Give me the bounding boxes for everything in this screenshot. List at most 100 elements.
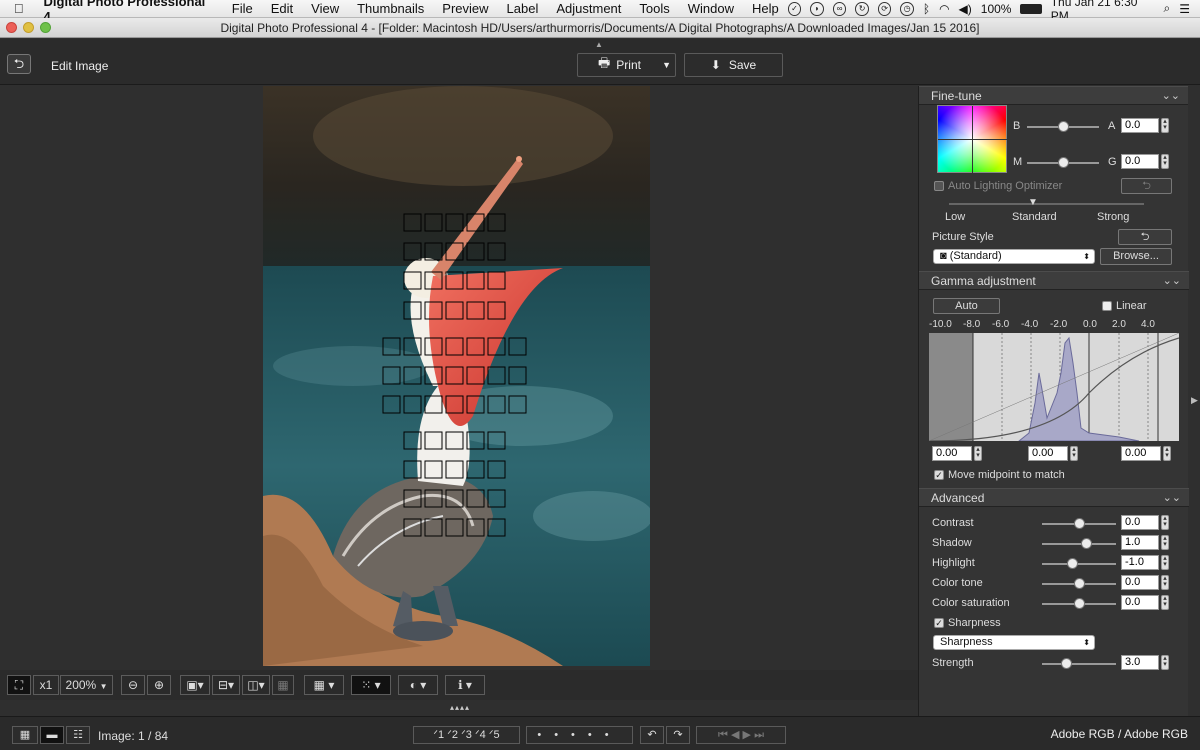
gamma-input-left[interactable]: 0.00 xyxy=(932,446,972,461)
alo-reset-button[interactable]: ⮌ xyxy=(1121,178,1172,194)
menu-help[interactable]: Help xyxy=(752,1,779,16)
menu-view[interactable]: View xyxy=(311,1,339,16)
toolbar-collapse-icon[interactable]: ▲ xyxy=(595,40,603,49)
pelican-photo[interactable] xyxy=(263,86,650,666)
menu-file[interactable]: File xyxy=(232,1,253,16)
menu-edit[interactable]: Edit xyxy=(271,1,293,16)
strength-value-field[interactable]: 3.0 xyxy=(1121,655,1159,670)
chevron-down-icon[interactable]: ⌄⌄ xyxy=(1162,87,1180,105)
color-saturation-slider-knob[interactable] xyxy=(1074,598,1085,609)
mg-stepper[interactable]: ▴ ▾ xyxy=(1161,154,1169,169)
rating-3-button[interactable]: ᐟ3 xyxy=(461,729,472,741)
grid-overlay-button[interactable]: ▦ ▾ xyxy=(304,675,344,695)
zoom-out-button[interactable]: ⊖ xyxy=(121,675,145,695)
list-view-button[interactable]: ☷ xyxy=(66,726,90,744)
previous-image-icon[interactable]: ◀ xyxy=(731,729,739,741)
reload-icon[interactable]: ⟳ xyxy=(877,1,892,16)
menu-adjustment[interactable]: Adjustment xyxy=(556,1,621,16)
gamma-auto-button[interactable]: Auto xyxy=(933,298,1000,314)
linear-checkbox[interactable] xyxy=(1102,301,1112,311)
alo-checkbox[interactable] xyxy=(934,181,944,191)
highlight-slider-knob[interactable] xyxy=(1067,558,1078,569)
check-status-icon[interactable]: ✓ xyxy=(787,1,802,16)
compare-vertical-button[interactable]: ⊟▾ xyxy=(212,675,240,695)
color-tone-slider-knob[interactable] xyxy=(1074,578,1085,589)
chevron-down-icon[interactable]: ⌄⌄ xyxy=(1163,272,1181,290)
advanced-header[interactable]: Advanced ⌄⌄ xyxy=(919,488,1189,507)
midpoint-checkbox[interactable]: ✓ xyxy=(934,470,944,480)
shadow-stepper[interactable]: ▴ ▾ xyxy=(1161,535,1169,550)
gamma-left-stepper[interactable]: ▴ ▾ xyxy=(974,446,982,461)
alo-slider[interactable] xyxy=(949,203,1144,205)
browse-button[interactable]: Browse... xyxy=(1100,248,1172,265)
menu-tools[interactable]: Tools xyxy=(639,1,669,16)
thumbnail-grid-button[interactable]: ▦ xyxy=(12,726,38,744)
rating-4-button[interactable]: ᐟ4 xyxy=(475,729,486,741)
last-image-icon[interactable]: ⏭ xyxy=(754,729,764,741)
sharpness-checkbox[interactable]: ✓ xyxy=(934,618,944,628)
apple-menu-icon[interactable]:  xyxy=(6,1,32,16)
shadow-value-field[interactable]: 1.0 xyxy=(1121,535,1159,550)
menu-window[interactable]: Window xyxy=(688,1,734,16)
expand-panel-icon[interactable]: ▶ xyxy=(1191,395,1198,406)
gamma-header[interactable]: Gamma adjustment ⌄⌄ xyxy=(919,271,1189,290)
finetune-header[interactable]: Fine-tune ⌄⌄ xyxy=(919,86,1188,105)
gamma-input-right[interactable]: 0.00 xyxy=(1121,446,1161,461)
shadow-slider-knob[interactable] xyxy=(1081,538,1092,549)
mg-value-field[interactable]: 0.0 xyxy=(1121,154,1159,169)
minimize-window-button[interactable] xyxy=(23,22,34,33)
contrast-value-field[interactable]: 0.0 xyxy=(1121,515,1159,530)
first-image-icon[interactable]: ⏮ xyxy=(718,729,728,741)
contrast-stepper[interactable]: ▴ ▾ xyxy=(1161,515,1169,530)
menu-thumbnails[interactable]: Thumbnails xyxy=(357,1,424,16)
color-tone-stepper[interactable]: ▴ ▾ xyxy=(1161,575,1169,590)
next-image-icon[interactable]: ▶ xyxy=(743,729,751,741)
zoom-level-select[interactable]: 200% ▼ xyxy=(60,675,113,695)
strength-slider-knob[interactable] xyxy=(1061,658,1072,669)
rotate-right-button[interactable]: ↷ xyxy=(666,726,690,744)
time-machine-icon[interactable]: ◷ xyxy=(900,1,914,16)
contrast-slider-knob[interactable] xyxy=(1074,518,1085,529)
ba-value-field[interactable]: 0.0 xyxy=(1121,118,1159,133)
zoom-in-button[interactable]: ⊕ xyxy=(147,675,171,695)
creative-cloud-icon[interactable]: ∞ xyxy=(832,1,847,16)
menu-label[interactable]: Label xyxy=(507,1,539,16)
single-image-button[interactable]: ▬ xyxy=(40,726,64,744)
single-view-button[interactable]: ▣▾ xyxy=(180,675,210,695)
shadow-slider[interactable] xyxy=(1042,543,1116,545)
picture-style-select[interactable]: ◙ (Standard) ⬍ xyxy=(933,249,1095,264)
picture-style-reset-button[interactable]: ⮌ xyxy=(1118,229,1172,245)
rating-2-button[interactable]: ᐟ2 xyxy=(447,729,458,741)
back-button[interactable]: ⮌ xyxy=(7,54,31,74)
print-dropdown-icon[interactable]: ▼ xyxy=(662,60,671,70)
ba-stepper[interactable]: ▴ ▾ xyxy=(1161,118,1169,133)
highlight-value-field[interactable]: -1.0 xyxy=(1121,555,1159,570)
color-saturation-stepper[interactable]: ▴ ▾ xyxy=(1161,595,1169,610)
menu-preview[interactable]: Preview xyxy=(442,1,488,16)
strength-slider[interactable] xyxy=(1042,663,1116,665)
highlight-warning-button[interactable]: ◐ ▾ xyxy=(398,675,438,695)
battery-percent[interactable]: 100% xyxy=(981,2,1012,16)
fit-to-screen-button[interactable]: ⛶ xyxy=(7,675,31,695)
wifi-icon[interactable]: ◠ xyxy=(939,2,949,16)
gamma-histogram[interactable] xyxy=(929,333,1179,441)
gamma-input-mid[interactable]: 0.00 xyxy=(1028,446,1068,461)
af-point-button[interactable]: ⁙ ▾ xyxy=(351,675,391,695)
volume-icon[interactable]: ◀) xyxy=(959,2,972,16)
image-viewer[interactable] xyxy=(0,86,918,670)
highlight-stepper[interactable]: ▴ ▾ xyxy=(1161,555,1169,570)
mg-slider-knob[interactable] xyxy=(1058,157,1069,168)
color-wheel[interactable] xyxy=(937,105,1008,174)
rating-5-button[interactable]: ᐟ5 xyxy=(489,729,500,741)
chevron-down-icon[interactable]: ⌄⌄ xyxy=(1163,489,1181,507)
color-saturation-value-field[interactable]: 0.0 xyxy=(1121,595,1159,610)
notification-center-icon[interactable]: ☰ xyxy=(1179,2,1190,16)
color-tone-value-field[interactable]: 0.0 xyxy=(1121,575,1159,590)
gamma-right-stepper[interactable]: ▴ ▾ xyxy=(1163,446,1171,461)
rating-1-button[interactable]: ᐟ1 xyxy=(433,729,444,741)
close-window-button[interactable] xyxy=(6,22,17,33)
sync-view-button[interactable]: ▦ xyxy=(272,675,294,695)
zoom-x1-button[interactable]: x1 xyxy=(33,675,59,695)
print-button[interactable]: 🖶 Print ▼ xyxy=(577,53,676,77)
spotlight-search-icon[interactable]: ⌕ xyxy=(1163,1,1170,16)
